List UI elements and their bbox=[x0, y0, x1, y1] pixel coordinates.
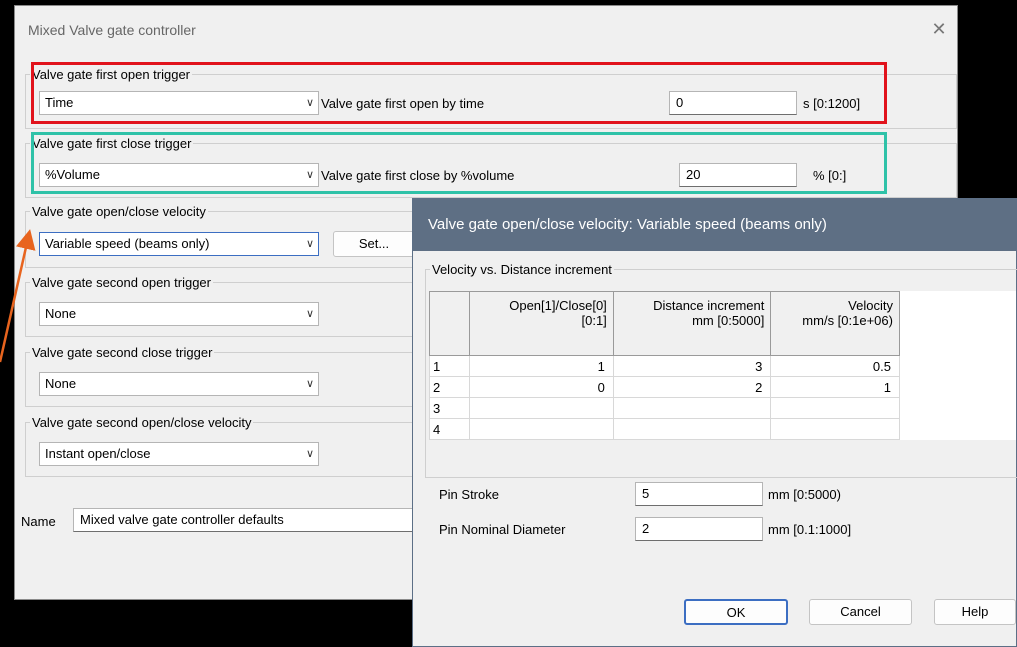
pin-diameter-unit: mm [0.1:1000] bbox=[768, 522, 852, 537]
first-close-unit: % [0:] bbox=[813, 168, 847, 183]
velocity-table[interactable]: Open[1]/Close[0] [0:1] Distance increment… bbox=[428, 291, 1016, 440]
first-open-time-input[interactable]: 0 bbox=[669, 91, 797, 115]
table-cell[interactable]: 2 bbox=[612, 376, 772, 398]
sub-dialog-title: Valve gate open/close velocity: Variable… bbox=[428, 216, 827, 233]
first-close-volume-input[interactable]: 20 bbox=[679, 163, 797, 187]
cancel-button[interactable]: Cancel bbox=[809, 599, 912, 625]
first-open-trigger-select[interactable]: Time ∨ bbox=[39, 91, 319, 115]
column-header-line1: Distance increment bbox=[653, 298, 765, 313]
table-cell[interactable] bbox=[770, 397, 900, 419]
dialog-title: Mixed Valve gate controller bbox=[28, 22, 196, 38]
chevron-down-icon: ∨ bbox=[305, 169, 314, 181]
column-header[interactable]: Distance increment mm [0:5000] bbox=[612, 291, 772, 356]
first-close-trigger-select[interactable]: %Volume ∨ bbox=[39, 163, 319, 187]
chevron-down-icon: ∨ bbox=[305, 238, 314, 250]
select-value: None bbox=[45, 376, 77, 391]
table-cell[interactable]: 3 bbox=[612, 355, 772, 377]
table-cell[interactable] bbox=[612, 397, 772, 419]
sub-dialog-titlebar[interactable]: Valve gate open/close velocity: Variable… bbox=[413, 199, 1016, 251]
select-value: Instant open/close bbox=[45, 446, 151, 461]
row-number: 4 bbox=[428, 418, 471, 440]
first-close-param-label: Valve gate first close by %volume bbox=[321, 168, 515, 183]
table-filler bbox=[899, 419, 1015, 440]
group-legend: Valve gate first open trigger bbox=[32, 67, 191, 82]
column-header-line2: mm [0:5000] bbox=[692, 313, 765, 328]
ok-button[interactable]: OK bbox=[684, 599, 788, 625]
pin-diameter-input[interactable]: 2 bbox=[635, 517, 763, 541]
second-velocity-select[interactable]: Instant open/close ∨ bbox=[39, 442, 319, 466]
chevron-down-icon: ∨ bbox=[305, 97, 314, 109]
table-cell[interactable] bbox=[612, 418, 772, 440]
column-header-line2: mm/s [0:1e+06) bbox=[802, 313, 893, 328]
pin-stroke-unit: mm [0:5000) bbox=[768, 487, 841, 502]
table-cell[interactable] bbox=[469, 397, 614, 419]
velocity-set-button[interactable]: Set... bbox=[333, 231, 415, 257]
table-row: 3 bbox=[428, 397, 1016, 419]
group-legend: Valve gate second open trigger bbox=[32, 275, 211, 290]
first-open-param-label: Valve gate first open by time bbox=[321, 96, 485, 111]
column-header[interactable]: Open[1]/Close[0] [0:1] bbox=[469, 291, 614, 356]
group-legend: Valve gate second open/close velocity bbox=[32, 415, 252, 430]
table-cell[interactable] bbox=[469, 418, 614, 440]
table-filler bbox=[899, 377, 1015, 398]
group-legend: Velocity vs. Distance increment bbox=[432, 262, 612, 277]
group-legend: Valve gate open/close velocity bbox=[32, 204, 206, 219]
first-open-unit: s [0:1200] bbox=[803, 96, 861, 111]
name-input[interactable]: Mixed valve gate controller defaults bbox=[73, 508, 425, 532]
pin-stroke-input[interactable]: 5 bbox=[635, 482, 763, 506]
chevron-down-icon: ∨ bbox=[305, 448, 314, 460]
help-button[interactable]: Help bbox=[934, 599, 1016, 625]
table-cell[interactable]: 0 bbox=[469, 376, 614, 398]
second-close-trigger-select[interactable]: None ∨ bbox=[39, 372, 319, 396]
group-legend: Valve gate second close trigger bbox=[32, 345, 213, 360]
pin-diameter-label: Pin Nominal Diameter bbox=[439, 522, 566, 537]
table-cell[interactable] bbox=[770, 418, 900, 440]
table-cell[interactable]: 0.5 bbox=[770, 355, 900, 377]
table-cell[interactable]: 1 bbox=[469, 355, 614, 377]
row-number: 1 bbox=[428, 355, 471, 377]
pin-stroke-label: Pin Stroke bbox=[439, 487, 499, 502]
table-filler bbox=[899, 398, 1015, 419]
row-number: 3 bbox=[428, 397, 471, 419]
select-value: %Volume bbox=[45, 167, 100, 182]
group-legend: Valve gate first close trigger bbox=[32, 136, 192, 151]
column-header[interactable]: Velocity mm/s [0:1e+06) bbox=[770, 291, 900, 356]
table-row: 2 0 2 1 bbox=[428, 376, 1016, 398]
column-header-line2: [0:1] bbox=[581, 313, 607, 328]
chevron-down-icon: ∨ bbox=[305, 378, 314, 390]
table-row: 1 1 3 0.5 bbox=[428, 355, 1016, 377]
name-label: Name bbox=[21, 514, 56, 529]
second-open-trigger-select[interactable]: None ∨ bbox=[39, 302, 319, 326]
row-number: 2 bbox=[428, 376, 471, 398]
column-header-line1: Open[1]/Close[0] bbox=[509, 298, 607, 313]
table-cell[interactable]: 1 bbox=[770, 376, 900, 398]
table-filler bbox=[899, 356, 1015, 377]
select-value: None bbox=[45, 306, 77, 321]
velocity-sub-dialog: Valve gate open/close velocity: Variable… bbox=[412, 198, 1017, 647]
close-icon[interactable]: ✕ bbox=[928, 18, 950, 40]
select-value: Variable speed (beams only) bbox=[45, 236, 210, 251]
velocity-select[interactable]: Variable speed (beams only) ∨ bbox=[39, 232, 319, 256]
table-row: 4 bbox=[428, 418, 1016, 440]
table-corner bbox=[428, 291, 471, 356]
column-header-line1: Velocity bbox=[848, 298, 893, 313]
table-filler bbox=[899, 291, 1016, 356]
select-value: Time bbox=[45, 95, 74, 110]
chevron-down-icon: ∨ bbox=[305, 308, 314, 320]
